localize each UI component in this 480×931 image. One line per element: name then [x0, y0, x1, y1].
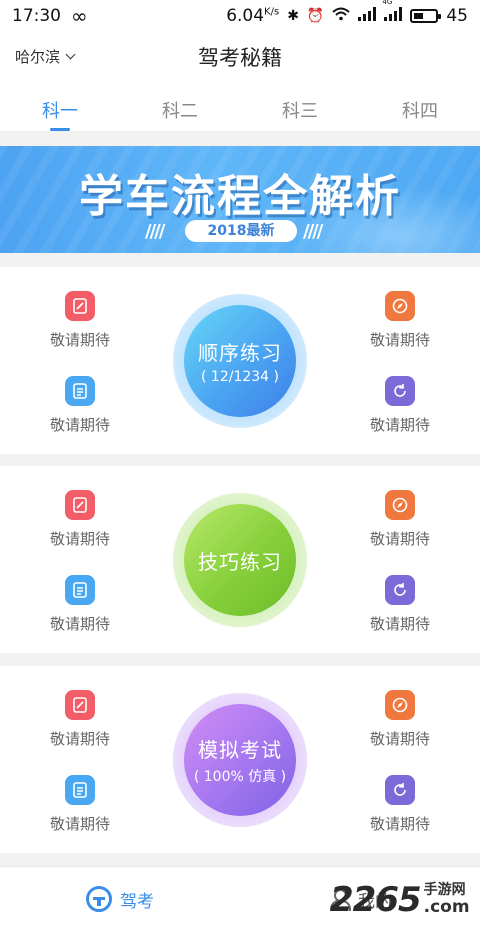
feature-label: 敬请期待	[369, 416, 430, 434]
tab-subject-4[interactable]: 科四	[360, 82, 480, 131]
edit-note-icon	[65, 690, 95, 720]
app-header: 哈尔滨 驾考秘籍	[0, 32, 480, 82]
network-speed: 6.04K/s	[226, 6, 279, 26]
document-icon	[65, 775, 95, 805]
section-mock-exam: 敬请期待 敬请期待 敬请期待 敬请期待 模拟考试 ( 100% 仿真 )	[0, 666, 480, 853]
feature-label: 敬请期待	[369, 615, 430, 633]
watermark-text: 手游网 .com	[424, 883, 470, 916]
promo-banner[interactable]: 学车流程全解析 //// 2018最新 ////	[0, 146, 480, 253]
status-time: 17:30	[12, 6, 61, 26]
feature-item[interactable]: 敬请期待	[30, 775, 130, 834]
battery-percent: 45	[446, 6, 468, 26]
edit-note-icon	[65, 490, 95, 520]
banner-subtitle-strip: //// 2018最新 ////	[145, 219, 335, 243]
document-icon	[65, 575, 95, 605]
section-sequential-practice: 敬请期待 敬请期待 敬请期待 敬请期待 顺序练习 ( 12/1234 )	[0, 267, 480, 454]
banner-slash-left: ////	[145, 221, 165, 242]
page-title: 驾考秘籍	[198, 46, 282, 70]
circle-button-face: 技巧练习	[184, 504, 296, 616]
watermark-domain: .com	[423, 897, 470, 917]
feature-item[interactable]: 敬请期待	[350, 376, 450, 435]
subject-tabs: 科一 科二 科三 科四	[0, 82, 480, 132]
edit-note-icon	[65, 291, 95, 321]
compass-icon	[385, 490, 415, 520]
status-bar: 17:30 ∞ 6.04K/s ✱ ⏰ 4G 45	[0, 0, 480, 32]
alarm-icon: ⏰	[306, 8, 325, 24]
network-type-label: 4G	[382, 0, 393, 6]
speed-value: 6.04	[226, 6, 265, 26]
section-skills-practice: 敬请期待 敬请期待 敬请期待 敬请期待 技巧练习	[0, 466, 480, 653]
banner-title: 学车流程全解析	[79, 171, 401, 222]
nav-label: 驾考	[120, 891, 154, 912]
mock-exam-button[interactable]: 模拟考试 ( 100% 仿真 )	[174, 694, 306, 826]
speed-unit: K/s	[264, 6, 280, 18]
watermark-number: 2265	[330, 880, 422, 920]
feature-item[interactable]: 敬请期待	[30, 490, 130, 549]
refresh-badge-icon	[385, 775, 415, 805]
feature-item[interactable]: 敬请期待	[350, 575, 450, 634]
tab-subject-3[interactable]: 科三	[240, 82, 360, 131]
progress-count: ( 12/1234 )	[201, 369, 279, 385]
tab-subject-1[interactable]: 科一	[0, 82, 120, 131]
nav-driving-test[interactable]: 驾考	[0, 867, 240, 931]
circle-title: 顺序练习	[198, 341, 282, 365]
banner-subtitle: 2018最新	[185, 220, 297, 242]
infinity-icon: ∞	[71, 4, 88, 28]
feature-item[interactable]: 敬请期待	[350, 690, 450, 749]
compass-icon	[385, 690, 415, 720]
battery-icon	[410, 9, 442, 23]
bluetooth-icon: ✱	[287, 8, 299, 24]
feature-item[interactable]: 敬请期待	[30, 690, 130, 749]
feature-label: 敬请期待	[49, 331, 110, 349]
sequential-practice-button[interactable]: 顺序练习 ( 12/1234 )	[174, 295, 306, 427]
feature-item[interactable]: 敬请期待	[30, 575, 130, 634]
circle-button-face: 顺序练习 ( 12/1234 )	[184, 305, 296, 417]
circle-subtitle: ( 100% 仿真 )	[193, 769, 287, 785]
wifi-icon	[332, 7, 351, 25]
document-icon	[65, 376, 95, 406]
battery-fill	[414, 13, 424, 19]
feature-label: 敬请期待	[49, 530, 110, 548]
banner-slash-right: ////	[303, 221, 323, 242]
feature-label: 敬请期待	[369, 815, 430, 833]
compass-icon	[385, 291, 415, 321]
refresh-badge-icon	[385, 575, 415, 605]
tab-subject-2[interactable]: 科二	[120, 82, 240, 131]
feature-label: 敬请期待	[369, 331, 430, 349]
steering-wheel-icon	[86, 886, 112, 912]
feature-item[interactable]: 敬请期待	[350, 490, 450, 549]
watermark-site-name: 手游网	[423, 882, 466, 898]
feature-item[interactable]: 敬请期待	[30, 291, 130, 350]
feature-label: 敬请期待	[369, 730, 430, 748]
circle-title: 模拟考试	[198, 738, 282, 762]
feature-label: 敬请期待	[49, 416, 110, 434]
circle-title: 技巧练习	[198, 549, 282, 574]
signal-4g-icon: 4G	[382, 0, 403, 25]
feature-item[interactable]: 敬请期待	[350, 291, 450, 350]
skills-practice-button[interactable]: 技巧练习	[174, 494, 306, 626]
feature-label: 敬请期待	[369, 530, 430, 548]
feature-label: 敬请期待	[49, 730, 110, 748]
circle-button-face: 模拟考试 ( 100% 仿真 )	[184, 704, 296, 816]
feature-label: 敬请期待	[49, 815, 110, 833]
feature-label: 敬请期待	[49, 615, 110, 633]
feature-item[interactable]: 敬请期待	[350, 775, 450, 834]
app-screen: 17:30 ∞ 6.04K/s ✱ ⏰ 4G 45 哈尔滨 驾考秘籍 科一 科二…	[0, 0, 480, 931]
site-watermark: 2265 手游网 .com	[330, 880, 470, 920]
feature-item[interactable]: 敬请期待	[30, 376, 130, 435]
refresh-badge-icon	[385, 376, 415, 406]
signal-icon	[358, 7, 377, 25]
